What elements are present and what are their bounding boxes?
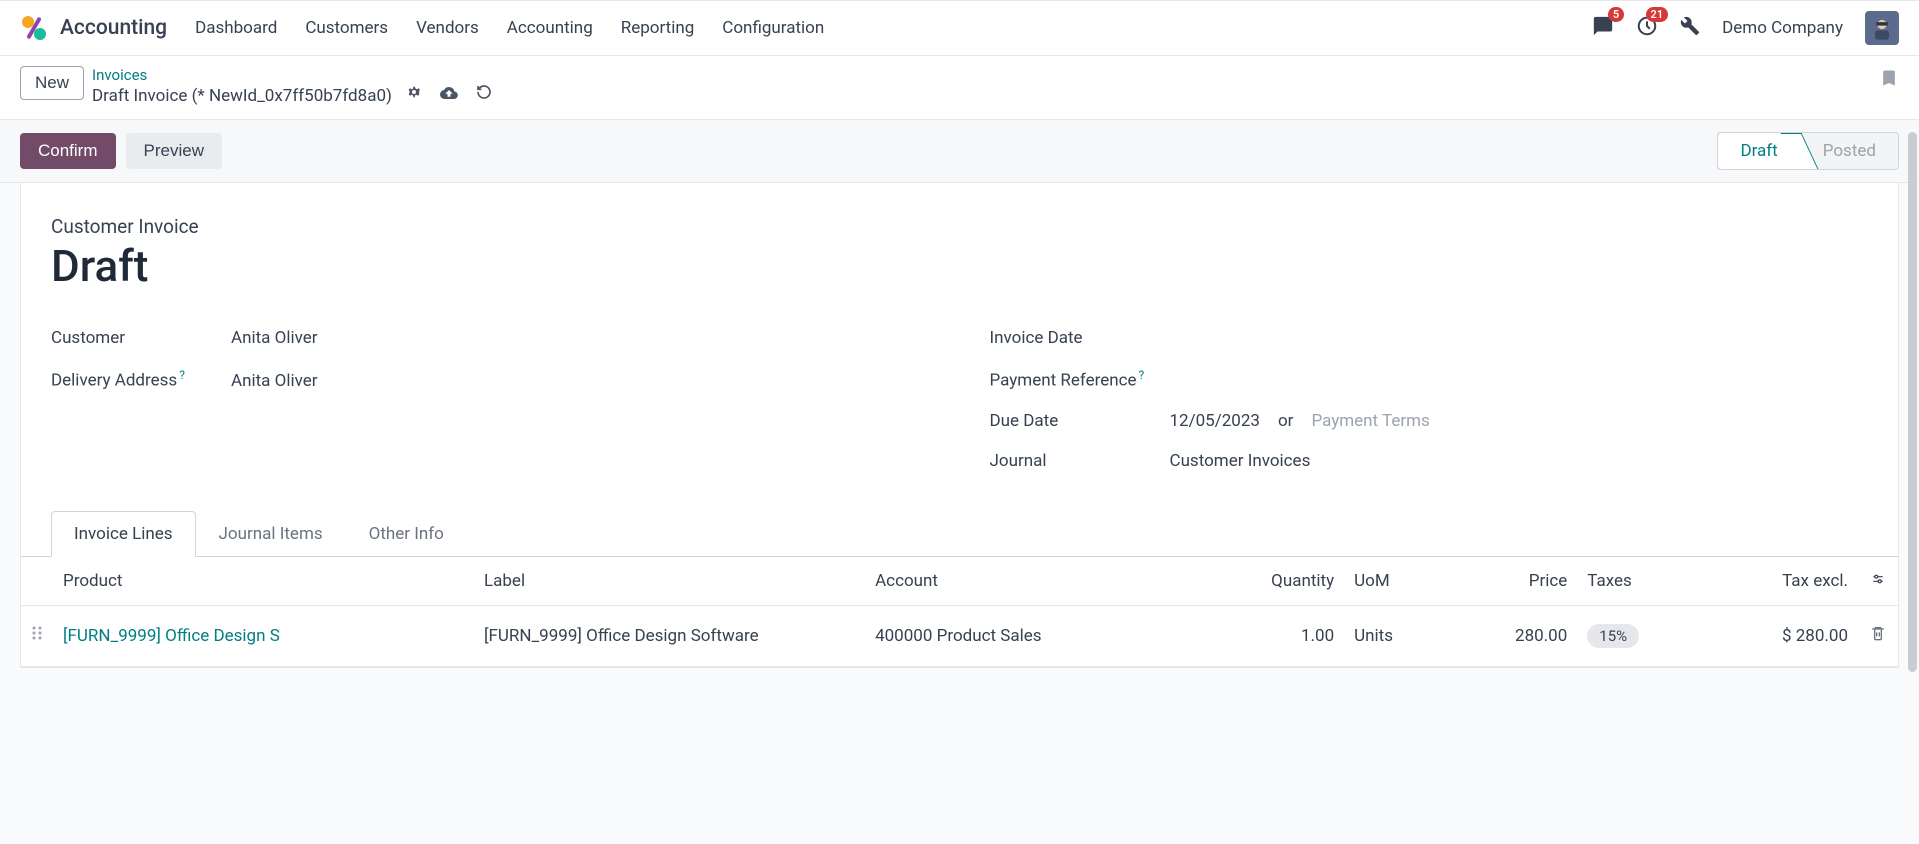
nav-reporting[interactable]: Reporting <box>621 18 695 38</box>
nav-links: Dashboard Customers Vendors Accounting R… <box>195 18 824 38</box>
confirm-button[interactable]: Confirm <box>20 133 116 169</box>
cloud-save-icon[interactable] <box>440 84 458 107</box>
messages-badge: 5 <box>1608 7 1624 22</box>
cell-quantity[interactable]: 1.00 <box>1197 605 1345 666</box>
user-avatar[interactable] <box>1865 11 1899 45</box>
col-quantity[interactable]: Quantity <box>1197 557 1345 606</box>
activities-icon[interactable]: 21 <box>1636 15 1658 41</box>
tabs: Invoice Lines Journal Items Other Info <box>21 511 1898 557</box>
col-uom[interactable]: UoM <box>1344 557 1449 606</box>
tab-invoice-lines[interactable]: Invoice Lines <box>51 511 196 557</box>
journal-field: Journal Customer Invoices <box>990 441 1869 481</box>
invoice-lines-table: Product Label Account Quantity UoM Price… <box>21 557 1898 667</box>
help-icon[interactable]: ? <box>179 368 185 382</box>
activities-badge: 21 <box>1646 7 1669 22</box>
or-text: or <box>1278 411 1293 431</box>
help-icon[interactable]: ? <box>1139 368 1145 382</box>
delivery-value[interactable]: Anita Oliver <box>231 371 318 391</box>
due-date-value[interactable]: 12/05/2023 <box>1170 411 1260 431</box>
delete-row-icon[interactable] <box>1858 605 1898 666</box>
customer-label: Customer <box>51 328 231 348</box>
col-handle <box>21 557 53 606</box>
col-product[interactable]: Product <box>53 557 474 606</box>
cell-product[interactable]: [FURN_9999] Office Design S <box>53 605 474 666</box>
cell-taxes[interactable]: 15% <box>1577 605 1705 666</box>
new-button[interactable]: New <box>20 66 84 100</box>
payment-ref-label: Payment Reference? <box>990 368 1170 391</box>
nav-customers[interactable]: Customers <box>305 18 388 38</box>
payment-ref-field: Payment Reference? <box>990 358 1869 401</box>
tab-other-info[interactable]: Other Info <box>346 511 467 557</box>
col-taxes[interactable]: Taxes <box>1577 557 1705 606</box>
cell-price[interactable]: 280.00 <box>1449 605 1577 666</box>
table-row[interactable]: [FURN_9999] Office Design S [FURN_9999] … <box>21 605 1898 666</box>
breadcrumb: Invoices Draft Invoice (* NewId_0x7ff50b… <box>92 66 492 107</box>
col-label[interactable]: Label <box>474 557 865 606</box>
app-logo[interactable] <box>20 14 48 42</box>
col-options[interactable] <box>1858 557 1898 606</box>
cell-tax-excl[interactable]: $ 280.00 <box>1705 605 1858 666</box>
drag-handle-icon[interactable] <box>21 605 53 666</box>
breadcrumb-parent[interactable]: Invoices <box>92 66 492 84</box>
form-card: Customer Invoice Draft Customer Anita Ol… <box>20 183 1899 668</box>
messages-icon[interactable]: 5 <box>1592 15 1614 41</box>
col-account[interactable]: Account <box>865 557 1196 606</box>
invoice-date-field: Invoice Date <box>990 318 1869 358</box>
breadcrumb-current: Draft Invoice (* NewId_0x7ff50b7fd8a0) <box>92 86 392 106</box>
company-name[interactable]: Demo Company <box>1722 18 1843 38</box>
doc-type-label: Customer Invoice <box>51 215 1868 238</box>
cell-account[interactable]: 400000 Product Sales <box>865 605 1196 666</box>
cell-uom[interactable]: Units <box>1344 605 1449 666</box>
preview-button[interactable]: Preview <box>126 133 222 169</box>
gear-icon[interactable] <box>406 84 422 107</box>
discard-icon[interactable] <box>476 84 492 107</box>
customer-field: Customer Anita Oliver <box>51 318 930 358</box>
scrollbar[interactable] <box>1908 132 1917 672</box>
topbar-right: 5 21 Demo Company <box>1592 11 1899 45</box>
due-date-label: Due Date <box>990 411 1170 431</box>
status-steps: Draft Posted <box>1717 132 1899 170</box>
top-navbar: Accounting Dashboard Customers Vendors A… <box>0 0 1919 56</box>
col-tax-excl[interactable]: Tax excl. <box>1705 557 1858 606</box>
journal-value[interactable]: Customer Invoices <box>1170 451 1311 471</box>
tools-icon[interactable] <box>1680 16 1700 40</box>
bookmark-icon[interactable] <box>1879 66 1899 94</box>
nav-configuration[interactable]: Configuration <box>722 18 824 38</box>
nav-accounting[interactable]: Accounting <box>507 18 593 38</box>
invoice-date-label: Invoice Date <box>990 328 1170 348</box>
breadcrumb-current-row: Draft Invoice (* NewId_0x7ff50b7fd8a0) <box>92 84 492 107</box>
table-header-row: Product Label Account Quantity UoM Price… <box>21 557 1898 606</box>
cell-label[interactable]: [FURN_9999] Office Design Software <box>474 605 865 666</box>
nav-dashboard[interactable]: Dashboard <box>195 18 277 38</box>
delivery-label: Delivery Address? <box>51 368 231 391</box>
control-row: New Invoices Draft Invoice (* NewId_0x7f… <box>0 56 1919 120</box>
col-price[interactable]: Price <box>1449 557 1577 606</box>
form-left-col: Customer Anita Oliver Delivery Address? … <box>51 318 930 481</box>
delivery-field: Delivery Address? Anita Oliver <box>51 358 930 401</box>
doc-title: Draft <box>51 240 1868 292</box>
status-draft[interactable]: Draft <box>1717 132 1800 170</box>
app-name[interactable]: Accounting <box>60 16 167 40</box>
status-bar: Confirm Preview Draft Posted <box>0 120 1919 183</box>
journal-label: Journal <box>990 451 1170 471</box>
payment-terms-value[interactable]: Payment Terms <box>1311 411 1429 431</box>
nav-vendors[interactable]: Vendors <box>416 18 479 38</box>
customer-value[interactable]: Anita Oliver <box>231 328 318 348</box>
form-grid: Customer Anita Oliver Delivery Address? … <box>51 318 1868 481</box>
due-date-field: Due Date 12/05/2023 or Payment Terms <box>990 401 1869 441</box>
tab-journal-items[interactable]: Journal Items <box>196 511 346 557</box>
form-right-col: Invoice Date Payment Reference? Due Date… <box>990 318 1869 481</box>
